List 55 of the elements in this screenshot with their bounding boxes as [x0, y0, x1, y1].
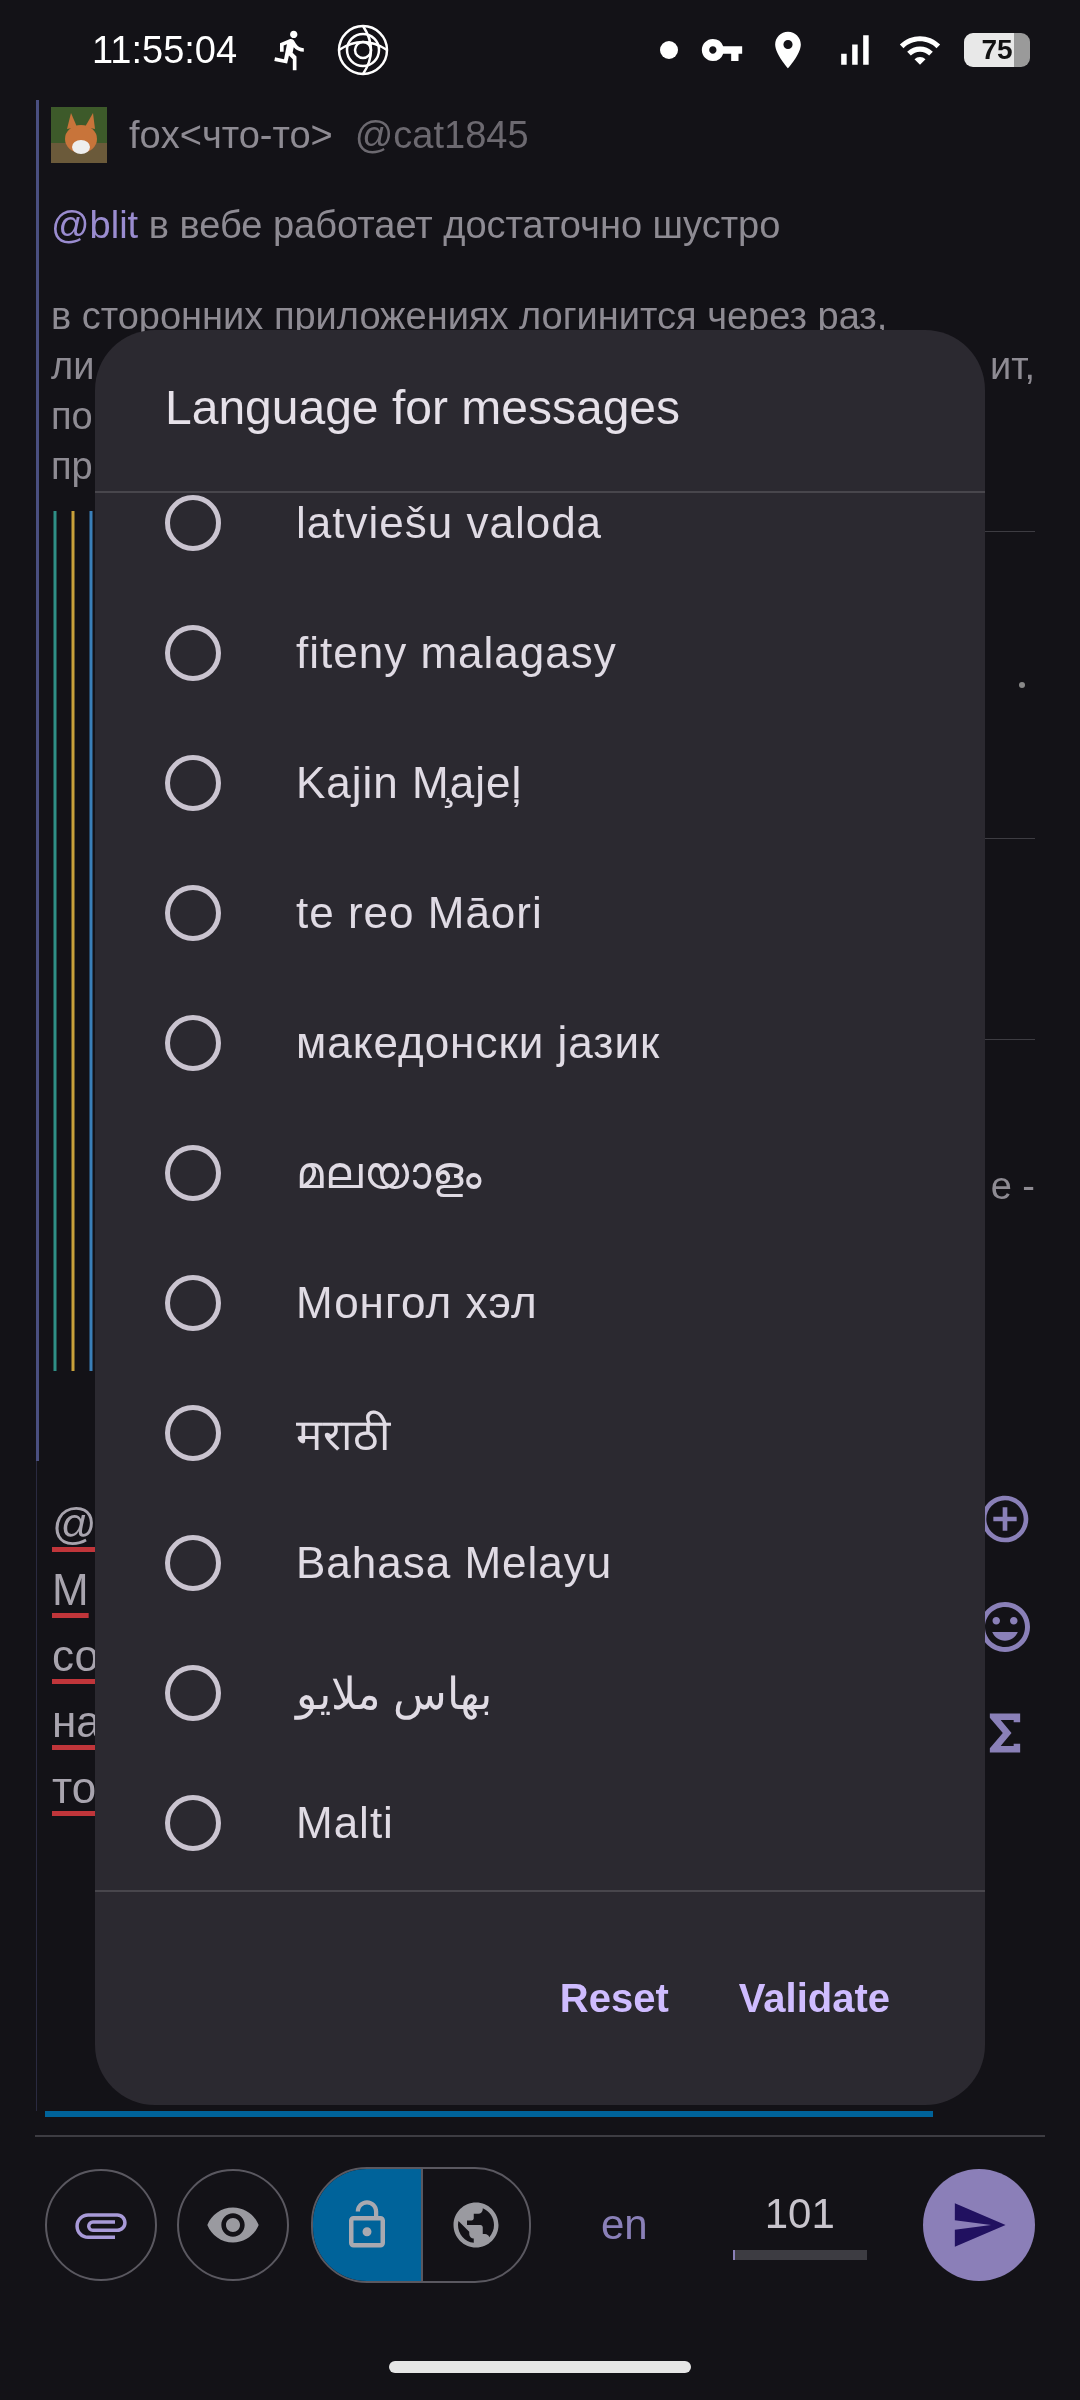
- attach-button[interactable]: [45, 2169, 157, 2281]
- language-option[interactable]: македонски јазик: [95, 978, 985, 1108]
- draft-text: то: [52, 1762, 97, 1814]
- dot-icon: [1019, 682, 1025, 688]
- message-text: пр: [51, 444, 93, 488]
- validate-button[interactable]: Validate: [713, 1966, 915, 2031]
- option-label: मराठी: [296, 1409, 391, 1461]
- option-label: بهاس ملايو: [296, 1667, 493, 1719]
- radio-button[interactable]: [165, 885, 221, 941]
- option-label: te reo Māori: [296, 888, 543, 938]
- message-text: ит,: [990, 344, 1035, 388]
- option-label: Kajin M̧ajeļ: [296, 758, 523, 808]
- draft-text: @: [52, 1498, 97, 1550]
- radio-button[interactable]: [165, 1795, 221, 1851]
- option-label: Bahasa Melayu: [296, 1538, 613, 1588]
- radio-button[interactable]: [165, 1405, 221, 1461]
- language-option[interactable]: Kajin M̧ajeļ: [95, 718, 985, 848]
- language-option[interactable]: മലയാളം: [95, 1108, 985, 1238]
- language-option[interactable]: Malti: [95, 1758, 985, 1888]
- radio-button[interactable]: [165, 1145, 221, 1201]
- character-counter: 101: [764, 2190, 835, 2238]
- clock: 11:55:04: [92, 28, 238, 72]
- option-label: Монгол хэл: [296, 1278, 538, 1328]
- radio-button[interactable]: [165, 1535, 221, 1591]
- option-label: Malti: [296, 1798, 394, 1848]
- message-text: @blit в вебе работает достаточно шустро: [51, 204, 782, 247]
- language-option[interactable]: بهاس ملايو: [95, 1628, 985, 1758]
- reset-button[interactable]: Reset: [534, 1966, 694, 2031]
- radio-button[interactable]: [165, 1275, 221, 1331]
- option-label: македонски јазик: [296, 1018, 661, 1068]
- option-label: fiteny malagasy: [296, 628, 617, 678]
- unlocked-toggle[interactable]: [313, 2169, 421, 2281]
- battery-level: 75: [964, 33, 1030, 67]
- radio-button[interactable]: [165, 1665, 221, 1721]
- message-text: по: [51, 394, 93, 438]
- option-label: latviešu valoda: [296, 498, 603, 548]
- author-handle: @cat1845: [354, 113, 529, 157]
- language-option[interactable]: मराठी: [95, 1368, 985, 1498]
- message-text: ли: [51, 344, 95, 388]
- language-option[interactable]: Bahasa Melayu: [95, 1498, 985, 1628]
- radio-button[interactable]: [165, 495, 221, 551]
- preview-button[interactable]: [177, 2169, 289, 2281]
- option-label: മലയാളം: [296, 1147, 482, 1199]
- author-name: fox<что-то>: [129, 113, 333, 157]
- radio-button[interactable]: [165, 755, 221, 811]
- radio-button[interactable]: [165, 625, 221, 681]
- dot-icon: [660, 41, 678, 59]
- language-option[interactable]: fiteny malagasy: [95, 588, 985, 718]
- language-option[interactable]: te reo Māori: [95, 848, 985, 978]
- language-button[interactable]: en: [601, 2201, 648, 2249]
- message-text: е -: [990, 1165, 1035, 1208]
- language-option[interactable]: latviešu valoda: [95, 493, 985, 588]
- draft-text: М: [52, 1564, 89, 1616]
- radio-button[interactable]: [165, 1015, 221, 1071]
- language-option[interactable]: Монгол хэл: [95, 1238, 985, 1368]
